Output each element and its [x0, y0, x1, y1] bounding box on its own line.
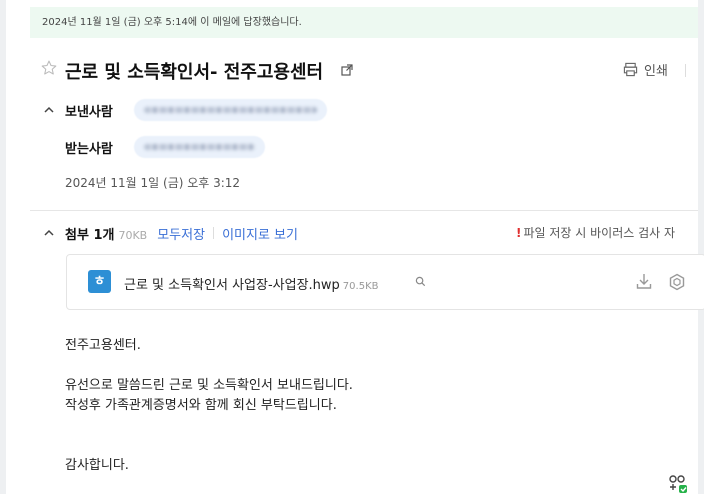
attachment-toolbar: 첨부 1개 70KB 모두저장 이미지로 보기 [65, 224, 298, 243]
attachment-total-size: 70KB [118, 229, 148, 242]
mail-view: 2024년 11월 1일 (금) 오후 5:14에 이 메일에 답장했습니다. … [0, 0, 704, 494]
chevron-up-icon[interactable] [43, 227, 55, 239]
link-divider [213, 227, 215, 239]
download-icon[interactable] [636, 273, 652, 290]
attachment-file-size: 70.5KB [342, 281, 379, 292]
preview-search-icon[interactable] [415, 276, 426, 287]
virus-scan-icon[interactable] [668, 273, 686, 291]
printer-icon [623, 62, 638, 77]
attachment-file-name[interactable]: 근로 및 소득확인서 사업장-사업장.hwp [124, 278, 340, 293]
star-icon[interactable] [40, 59, 58, 77]
header-divider [30, 210, 698, 211]
body-line: 감사합니다. [65, 458, 129, 473]
recipient-label: 받는사람 [65, 142, 113, 157]
warning-text: 파일 저장 시 바이러스 검사 자 [523, 226, 676, 240]
reply-notice: 2024년 11월 1일 (금) 오후 5:14에 이 메일에 답장했습니다. [30, 7, 698, 38]
sender-address-redacted[interactable] [134, 99, 327, 121]
virus-scan-warning: ! 파일 저장 시 바이러스 검사 자 [516, 224, 675, 241]
body-line: 전주고용센터. [65, 338, 141, 353]
recipient-address-redacted[interactable] [134, 136, 265, 158]
print-button[interactable]: 인쇄 [623, 60, 668, 79]
warning-icon: ! [516, 226, 522, 240]
hwp-file-icon: ㅎ [88, 270, 111, 293]
translate-tool-icon[interactable] [668, 474, 688, 494]
attachment-count: 첨부 1개 [65, 228, 115, 243]
open-new-window-icon[interactable] [341, 64, 353, 76]
toolbar-divider [685, 64, 686, 77]
sender-label: 보낸사람 [65, 105, 113, 120]
body-line: 작성후 가족관계증명서와 함께 회신 부탁드립니다. [65, 398, 337, 413]
print-label: 인쇄 [644, 64, 668, 79]
view-as-image-link[interactable]: 이미지로 보기 [222, 224, 298, 243]
chevron-up-icon[interactable] [43, 104, 55, 116]
body-line: 유선으로 말씀드린 근로 및 소득확인서 보내드립니다. [65, 378, 353, 393]
attachment-file[interactable]: 근로 및 소득확인서 사업장-사업장.hwp 70.5KB [124, 274, 378, 293]
sent-date: 2024년 11월 1일 (금) 오후 3:12 [65, 176, 241, 190]
mail-subject: 근로 및 소득확인서- 전주고용센터 [65, 62, 324, 83]
left-panel-edge [0, 0, 6, 494]
right-panel-edge [698, 0, 704, 494]
save-all-link[interactable]: 모두저장 [157, 224, 205, 243]
